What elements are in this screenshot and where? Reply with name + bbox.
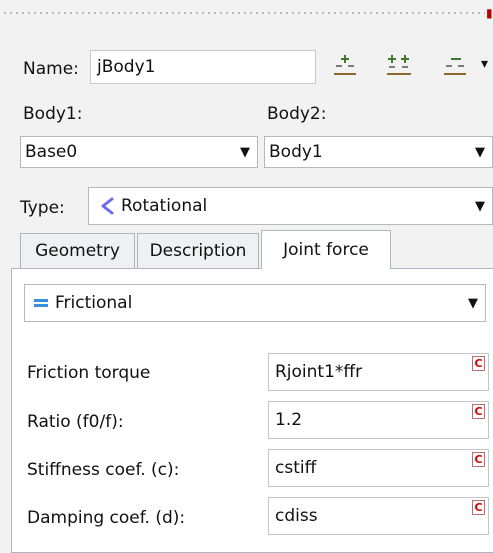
stiffness-value: cstiff (275, 458, 317, 478)
tab-geometry[interactable]: Geometry (20, 233, 135, 269)
stiffness-label: Stiffness coef. (c): (27, 460, 180, 480)
stiffness-field[interactable]: cstiff C (268, 449, 489, 487)
add-icon[interactable] (331, 53, 359, 77)
toolbar-grip[interactable] (0, 0, 485, 26)
joint-force-type-select[interactable]: Frictional ▼ (24, 284, 486, 322)
constant-badge[interactable]: C (472, 452, 485, 467)
tab-label: Geometry (35, 241, 120, 261)
tab-label: Description (149, 241, 247, 261)
body1-select[interactable]: Base0 ▼ (20, 136, 258, 168)
body2-value: Body1 (269, 142, 323, 162)
constant-badge[interactable]: C (472, 356, 485, 371)
ratio-field[interactable]: 1.2 C (268, 401, 489, 439)
ratio-value: 1.2 (275, 410, 303, 430)
constant-badge[interactable]: C (472, 500, 485, 515)
frictional-icon (33, 296, 49, 310)
chevron-down-icon[interactable]: ▼ (468, 199, 492, 214)
tab-description[interactable]: Description (137, 233, 259, 269)
friction-torque-label: Friction torque (27, 363, 151, 383)
type-value: Rotational (121, 196, 208, 216)
constant-badge[interactable]: C (472, 404, 485, 419)
type-label: Type: (20, 198, 65, 218)
friction-torque-field[interactable]: Rjoint1*ffr C (268, 353, 489, 391)
chevron-down-icon[interactable]: ▼ (233, 145, 257, 160)
body2-label: Body2: (267, 104, 327, 124)
add-multiple-icon[interactable] (385, 53, 413, 77)
chevron-down-icon[interactable]: ▼ (468, 145, 492, 160)
name-value: jBody1 (97, 57, 156, 77)
chevron-down-icon[interactable]: ▾ (481, 56, 488, 72)
damping-field[interactable]: cdiss C (268, 497, 489, 535)
damping-label: Damping coef. (d): (27, 508, 186, 528)
tab-label: Joint force (283, 240, 369, 260)
name-label: Name: (23, 59, 79, 79)
chevron-down-icon[interactable]: ▼ (461, 296, 485, 311)
edge-marker: ▮ (486, 6, 493, 20)
body2-select[interactable]: Body1 ▼ (264, 136, 493, 168)
tab-joint-force[interactable]: Joint force (261, 230, 391, 269)
body1-value: Base0 (25, 142, 78, 162)
name-field[interactable]: jBody1 (90, 50, 316, 84)
damping-value: cdiss (275, 506, 318, 526)
remove-icon[interactable] (441, 53, 469, 77)
joint-force-type-value: Frictional (55, 293, 133, 313)
friction-torque-value: Rjoint1*ffr (275, 362, 363, 382)
ratio-label: Ratio (f0/f): (27, 412, 124, 432)
rotational-icon (99, 197, 115, 215)
body1-label: Body1: (23, 104, 83, 124)
type-select[interactable]: Rotational ▼ (88, 187, 493, 225)
